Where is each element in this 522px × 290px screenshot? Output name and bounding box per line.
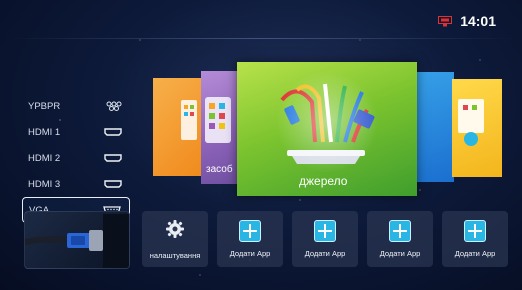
add-app-icon bbox=[314, 220, 336, 242]
gear-icon bbox=[165, 219, 185, 244]
vga-cable-illustration bbox=[25, 214, 129, 268]
carousel-card-store[interactable] bbox=[452, 79, 502, 177]
add-app-tile-3[interactable]: Додати App bbox=[367, 211, 433, 267]
carousel-card-files[interactable] bbox=[153, 78, 203, 176]
carousel-card-label: засоб bbox=[206, 164, 233, 175]
add-app-icon bbox=[464, 220, 486, 242]
files-illustration bbox=[181, 100, 197, 140]
add-app-label: Додати App bbox=[379, 249, 421, 258]
add-app-icon bbox=[239, 220, 261, 242]
add-app-label: Додати App bbox=[304, 249, 346, 258]
add-app-tile-4[interactable]: Додати App bbox=[442, 211, 508, 267]
carousel-card-label: джерело bbox=[299, 174, 348, 188]
settings-label: налаштування bbox=[149, 250, 201, 260]
app-carousel: засоб джерело bbox=[0, 0, 522, 210]
vga-preview-tile[interactable] bbox=[24, 211, 130, 269]
add-app-icon bbox=[389, 220, 411, 242]
add-app-label: Додати App bbox=[229, 249, 271, 258]
carousel-card-tools[interactable]: засоб bbox=[201, 71, 241, 184]
add-app-label: Додати App bbox=[454, 249, 496, 258]
settings-tile[interactable]: налаштування bbox=[142, 211, 208, 267]
add-app-tile-2[interactable]: Додати App bbox=[292, 211, 358, 267]
store-illustration bbox=[458, 99, 484, 146]
carousel-card-browser[interactable] bbox=[416, 72, 454, 182]
carousel-card-source[interactable]: джерело bbox=[237, 62, 417, 196]
add-app-tile-1[interactable]: Додати App bbox=[217, 211, 283, 267]
card-glow bbox=[267, 72, 387, 172]
